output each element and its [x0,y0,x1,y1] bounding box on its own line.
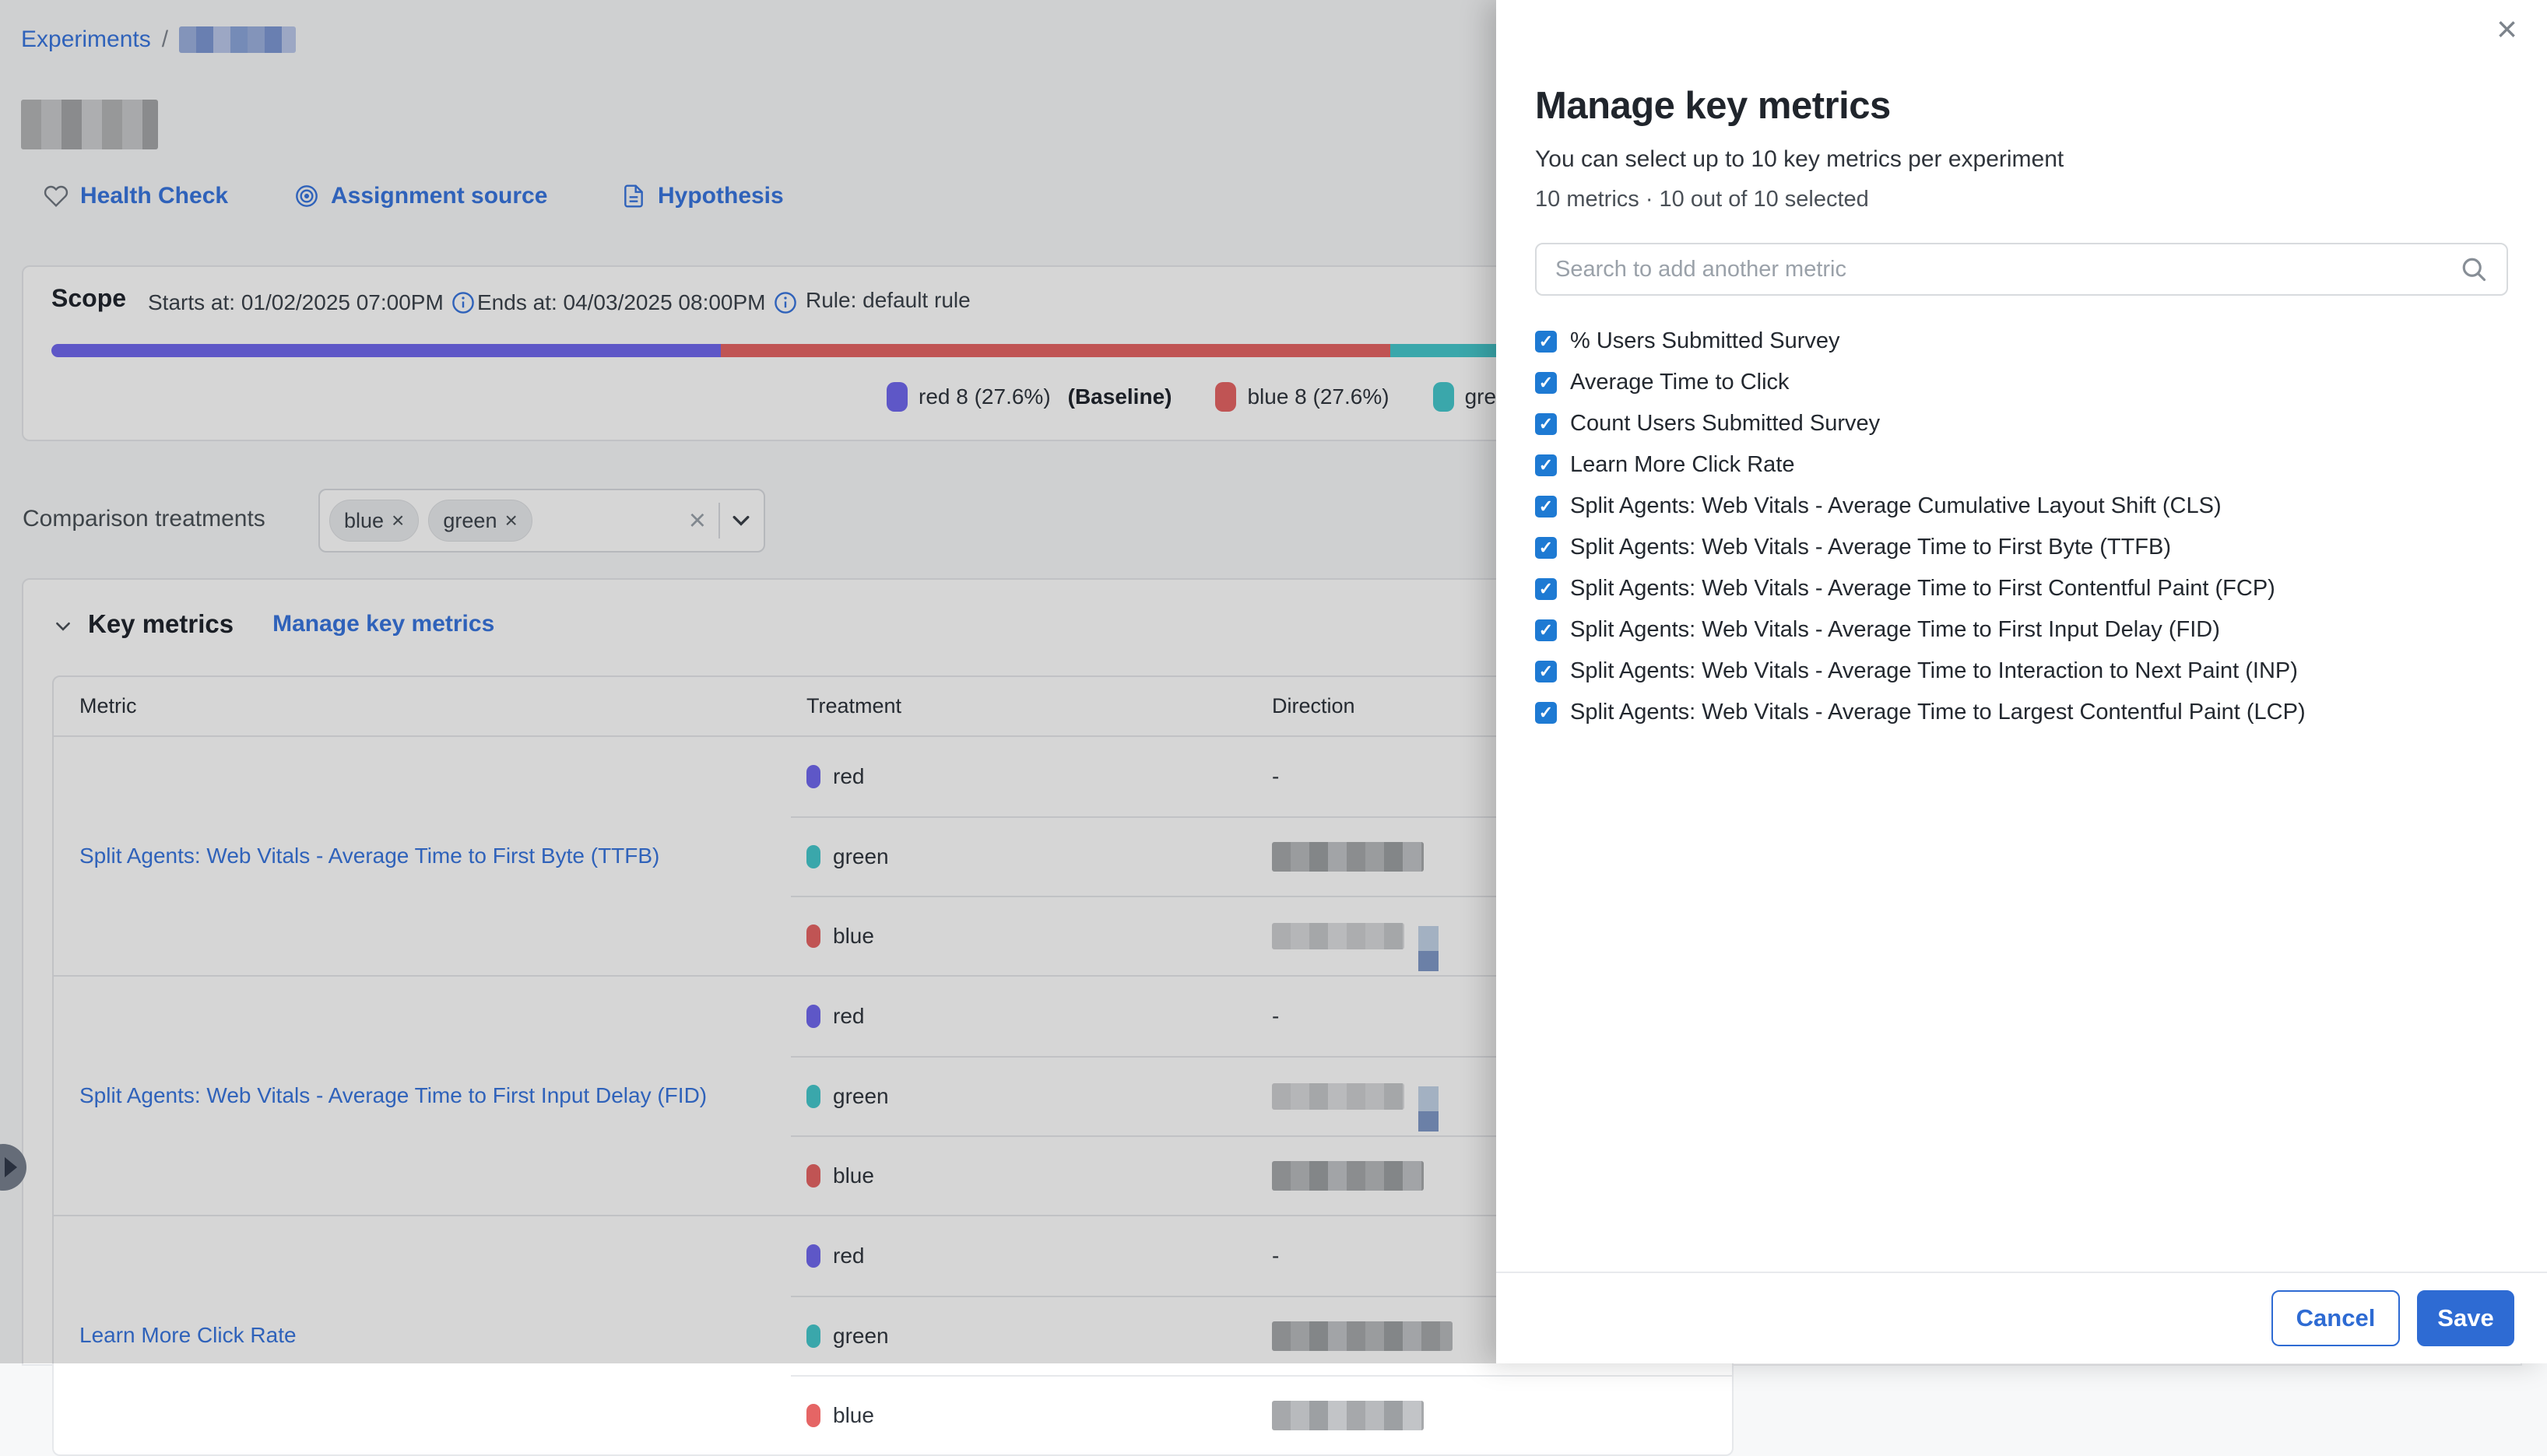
checkbox[interactable]: ✓ [1535,331,1557,353]
check-icon: ✓ [1539,374,1553,391]
treatment-color-dot [806,1404,820,1427]
modal-footer: Cancel Save [1496,1272,2547,1363]
metric-option[interactable]: ✓ Split Agents: Web Vitals - Average Tim… [1535,527,2306,568]
metric-option[interactable]: ✓ Split Agents: Web Vitals - Average Tim… [1535,692,2306,733]
check-icon: ✓ [1539,704,1553,721]
metric-option-label: Split Agents: Web Vitals - Average Time … [1570,617,2220,643]
metric-search-box [1535,243,2508,296]
checkbox[interactable]: ✓ [1535,413,1557,435]
metric-option[interactable]: ✓ Split Agents: Web Vitals - Average Cum… [1535,486,2306,527]
metric-checkbox-list: ✓ % Users Submitted Survey ✓ Average Tim… [1535,321,2306,733]
treatment-name: blue [833,1403,874,1428]
search-icon [2460,255,2488,283]
metric-option-label: Learn More Click Rate [1570,452,1795,478]
metric-option-label: Average Time to Click [1570,370,1790,395]
check-icon: ✓ [1539,416,1553,433]
checkbox[interactable]: ✓ [1535,702,1557,724]
metric-option-label: Split Agents: Web Vitals - Average Cumul… [1570,493,2222,519]
checkbox[interactable]: ✓ [1535,578,1557,600]
metric-option[interactable]: ✓ Learn More Click Rate [1535,444,2306,486]
checkbox[interactable]: ✓ [1535,619,1557,641]
metric-option-label: Split Agents: Web Vitals - Average Time … [1570,700,2306,725]
metric-option[interactable]: ✓ Average Time to Click [1535,362,2306,403]
save-button[interactable]: Save [2417,1290,2514,1346]
checkbox[interactable]: ✓ [1535,454,1557,476]
check-icon: ✓ [1539,622,1553,639]
close-icon[interactable]: × [2496,11,2517,47]
check-icon: ✓ [1539,457,1553,474]
metric-option[interactable]: ✓ Split Agents: Web Vitals - Average Tim… [1535,568,2306,609]
check-icon: ✓ [1539,581,1553,598]
modal-title: Manage key metrics [1535,84,1891,128]
metric-option-label: Split Agents: Web Vitals - Average Time … [1570,658,2298,684]
metric-option-label: Split Agents: Web Vitals - Average Time … [1570,535,2171,560]
check-icon: ✓ [1539,663,1553,680]
metric-option[interactable]: ✓ Split Agents: Web Vitals - Average Tim… [1535,651,2306,692]
modal-subtitle: You can select up to 10 key metrics per … [1535,146,2064,173]
treatment-row: blue [791,1375,1732,1454]
checkbox[interactable]: ✓ [1535,496,1557,517]
metric-option[interactable]: ✓ % Users Submitted Survey [1535,321,2306,362]
checkbox[interactable]: ✓ [1535,537,1557,559]
metric-search-input[interactable] [1555,257,2460,282]
metric-option[interactable]: ✓ Count Users Submitted Survey [1535,403,2306,444]
checkbox[interactable]: ✓ [1535,661,1557,682]
metric-option[interactable]: ✓ Split Agents: Web Vitals - Average Tim… [1535,609,2306,651]
redacted-direction [1272,1401,1424,1430]
check-icon: ✓ [1539,498,1553,515]
checkbox[interactable]: ✓ [1535,372,1557,394]
metrics-selected-count: 10 metrics · 10 out of 10 selected [1535,187,1869,212]
metric-option-label: Count Users Submitted Survey [1570,411,1880,437]
metric-option-label: % Users Submitted Survey [1570,328,1840,354]
manage-key-metrics-modal: × Manage key metrics You can select up t… [1496,0,2547,1363]
check-icon: ✓ [1539,333,1553,350]
metric-option-label: Split Agents: Web Vitals - Average Time … [1570,576,2275,602]
check-icon: ✓ [1539,539,1553,556]
cancel-button[interactable]: Cancel [2271,1290,2400,1346]
